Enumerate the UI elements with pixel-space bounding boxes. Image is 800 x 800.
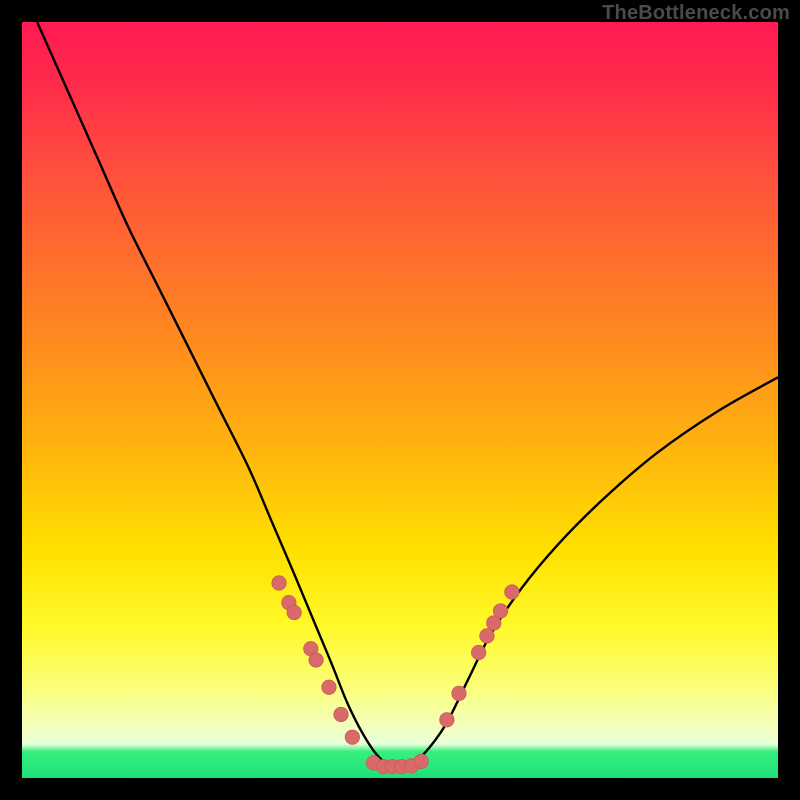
curve-marker xyxy=(334,707,348,721)
curve-marker xyxy=(345,730,359,744)
curve-marker xyxy=(480,629,494,643)
curve-marker xyxy=(471,645,485,659)
curve-marker xyxy=(414,754,428,768)
watermark-label: TheBottleneck.com xyxy=(602,2,790,25)
curve-marker xyxy=(440,713,454,727)
curve-markers xyxy=(272,576,519,774)
curve-marker xyxy=(493,604,507,618)
curve-marker xyxy=(287,605,301,619)
curve-marker xyxy=(505,585,519,599)
chart-frame: TheBottleneck.com xyxy=(0,0,800,800)
curve-marker xyxy=(322,680,336,694)
curve-marker xyxy=(309,653,323,667)
bottleneck-curve-svg xyxy=(22,22,778,778)
curve-path xyxy=(37,22,778,768)
plot-area xyxy=(22,22,778,778)
curve-marker xyxy=(452,686,466,700)
curve-marker xyxy=(272,576,286,590)
